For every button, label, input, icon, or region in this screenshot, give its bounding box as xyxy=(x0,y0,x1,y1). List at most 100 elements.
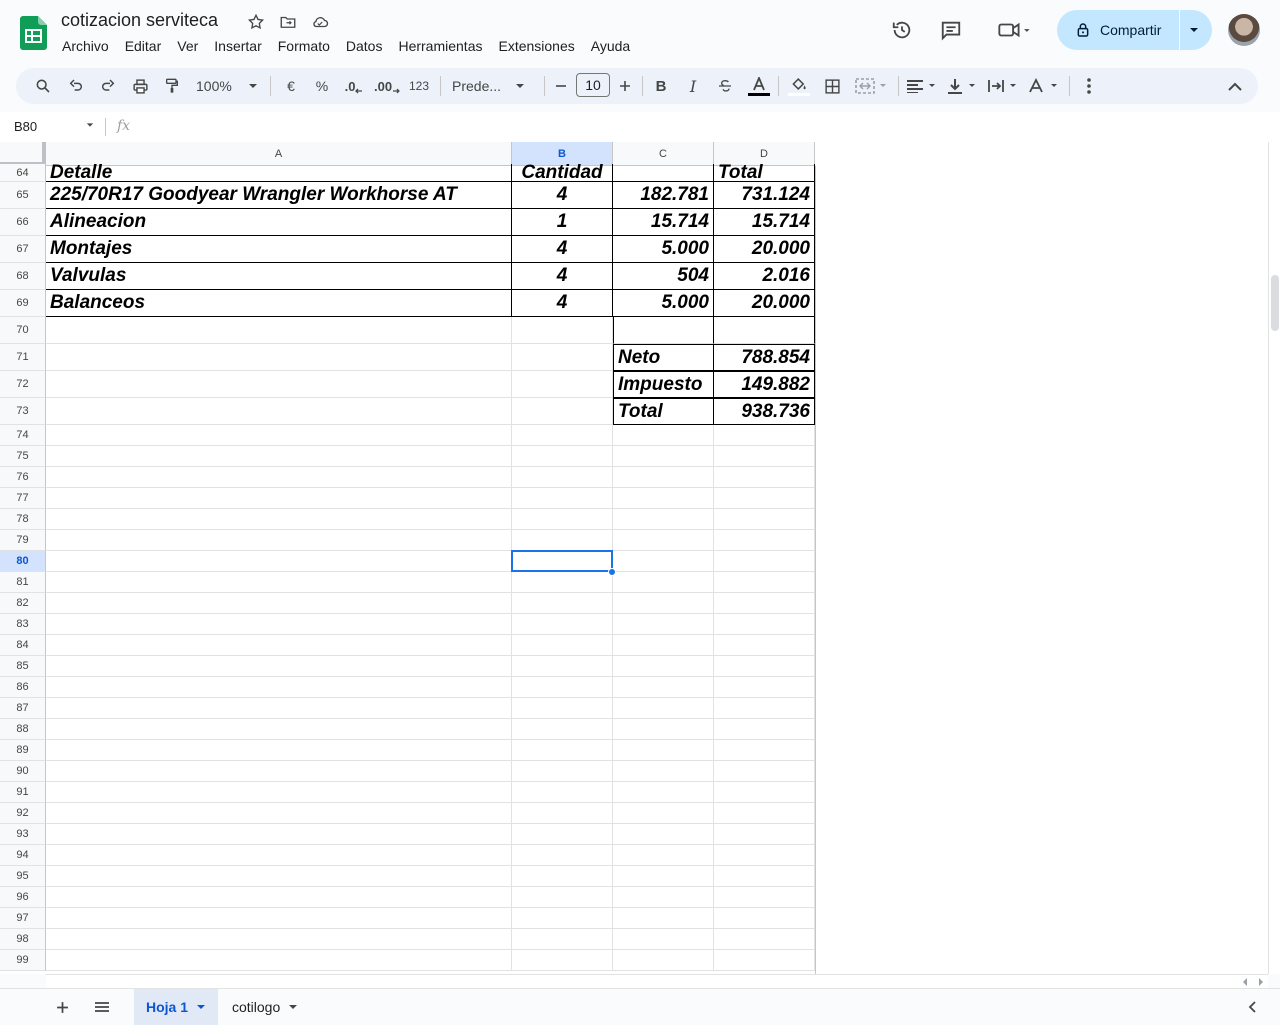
font-size-input[interactable]: 10 xyxy=(576,73,610,97)
grid-cell[interactable] xyxy=(46,929,512,950)
column-header-d[interactable]: D xyxy=(714,142,815,166)
horizontal-align-icon[interactable] xyxy=(905,74,939,98)
select-all-corner[interactable] xyxy=(0,142,46,166)
item-cell-d[interactable]: 15.714 xyxy=(714,209,815,236)
grid-cell[interactable] xyxy=(714,803,815,824)
header-detalle[interactable]: Detalle xyxy=(46,164,512,182)
item-cell-b[interactable]: 4 xyxy=(512,236,613,263)
grid-cell[interactable] xyxy=(714,572,815,593)
row-header[interactable]: 94 xyxy=(0,845,46,866)
grid-cell[interactable] xyxy=(714,593,815,614)
grid-cell[interactable] xyxy=(512,614,613,635)
grid-cell[interactable] xyxy=(46,572,512,593)
grid-cell[interactable] xyxy=(46,614,512,635)
vertical-scrollbar[interactable] xyxy=(1268,142,1280,974)
chevron-down-icon[interactable] xyxy=(86,122,94,128)
share-dropdown-icon[interactable] xyxy=(1189,26,1199,34)
item-cell-b[interactable]: 4 xyxy=(512,263,613,290)
sheet-tab-hoja-1[interactable]: Hoja 1 xyxy=(134,989,219,1025)
menu-formato[interactable]: Formato xyxy=(270,36,338,56)
text-color-icon[interactable] xyxy=(747,74,771,98)
version-history-icon[interactable] xyxy=(890,18,914,42)
item-cell-a[interactable]: Balanceos xyxy=(46,290,512,317)
grid-cell[interactable] xyxy=(613,488,714,509)
row-header[interactable]: 77 xyxy=(0,488,46,509)
search-menus-icon[interactable] xyxy=(32,74,54,98)
fill-color-icon[interactable] xyxy=(787,74,811,98)
chevron-down-icon[interactable] xyxy=(288,1004,298,1010)
grid-cell[interactable] xyxy=(613,761,714,782)
grid-cell[interactable] xyxy=(613,551,714,572)
grid-cell[interactable] xyxy=(46,803,512,824)
sheet-tab-cotilogo[interactable]: cotilogo xyxy=(220,989,310,1025)
column-header-a[interactable]: A xyxy=(46,142,512,166)
grid-cell[interactable] xyxy=(613,824,714,845)
grid-cell[interactable] xyxy=(512,656,613,677)
grid-cell[interactable] xyxy=(613,887,714,908)
grid-cell[interactable] xyxy=(46,317,512,344)
grid-cell[interactable] xyxy=(613,698,714,719)
grid-cell[interactable] xyxy=(613,845,714,866)
grid-cell[interactable] xyxy=(613,950,714,971)
header-precio[interactable] xyxy=(613,164,714,182)
grid-cell[interactable] xyxy=(512,677,613,698)
row-header[interactable]: 79 xyxy=(0,530,46,551)
sheets-logo-icon[interactable] xyxy=(20,16,47,50)
grid-cell[interactable] xyxy=(512,572,613,593)
star-icon[interactable] xyxy=(246,12,266,32)
grid-cell[interactable] xyxy=(714,698,815,719)
row-header[interactable]: 95 xyxy=(0,866,46,887)
row-header[interactable]: 87 xyxy=(0,698,46,719)
grid-cell[interactable] xyxy=(46,677,512,698)
chevron-down-icon[interactable] xyxy=(196,1004,206,1010)
row-header[interactable]: 64 xyxy=(0,164,46,182)
grid-cell[interactable] xyxy=(714,656,815,677)
comments-icon[interactable] xyxy=(939,18,963,42)
grid-cell[interactable] xyxy=(512,344,613,371)
scroll-left-icon[interactable] xyxy=(1242,978,1248,986)
row-header[interactable]: 70 xyxy=(0,317,46,344)
item-cell-b[interactable]: 1 xyxy=(512,209,613,236)
avatar[interactable] xyxy=(1228,14,1260,46)
grid-cell[interactable] xyxy=(714,530,815,551)
menu-herramientas[interactable]: Herramientas xyxy=(390,36,490,56)
grid-cell[interactable] xyxy=(46,425,512,446)
item-cell-b[interactable]: 4 xyxy=(512,182,613,209)
row-header[interactable]: 86 xyxy=(0,677,46,698)
totals-label[interactable]: Total xyxy=(613,398,714,425)
redo-icon[interactable] xyxy=(97,74,119,98)
add-sheet-icon[interactable] xyxy=(50,997,74,1017)
grid-cell[interactable] xyxy=(46,845,512,866)
grid-cell[interactable] xyxy=(46,782,512,803)
grid-cell[interactable] xyxy=(46,593,512,614)
row-header[interactable]: 66 xyxy=(0,209,46,236)
menu-editar[interactable]: Editar xyxy=(117,36,170,56)
totals-value[interactable]: 938.736 xyxy=(714,398,815,425)
grid-cell[interactable] xyxy=(512,488,613,509)
column-header-b[interactable]: B xyxy=(512,142,613,166)
collapse-menus-icon[interactable] xyxy=(1224,74,1246,98)
row-header[interactable]: 83 xyxy=(0,614,46,635)
name-box[interactable]: B80 xyxy=(14,119,37,134)
bold-icon[interactable]: B xyxy=(650,74,672,98)
menu-insertar[interactable]: Insertar xyxy=(206,36,269,56)
row-header[interactable]: 67 xyxy=(0,236,46,263)
row-header[interactable]: 80 xyxy=(0,551,46,572)
grid-cell[interactable] xyxy=(46,656,512,677)
font-select[interactable]: Prede... xyxy=(452,74,536,98)
grid-cell[interactable] xyxy=(46,488,512,509)
strikethrough-icon[interactable] xyxy=(714,74,736,98)
grid-cell[interactable] xyxy=(512,467,613,488)
grid-cell[interactable] xyxy=(613,572,714,593)
grid-cell[interactable] xyxy=(512,740,613,761)
row-header[interactable]: 82 xyxy=(0,593,46,614)
grid-cell[interactable] xyxy=(714,887,815,908)
grid-cell[interactable] xyxy=(46,635,512,656)
grid-cell[interactable] xyxy=(46,371,512,398)
grid-cell[interactable] xyxy=(714,824,815,845)
grid-cell[interactable] xyxy=(512,845,613,866)
grid-cell[interactable] xyxy=(714,740,815,761)
totals-value[interactable]: 788.854 xyxy=(714,344,815,371)
grid-cell[interactable] xyxy=(613,530,714,551)
grid-cell[interactable] xyxy=(512,803,613,824)
